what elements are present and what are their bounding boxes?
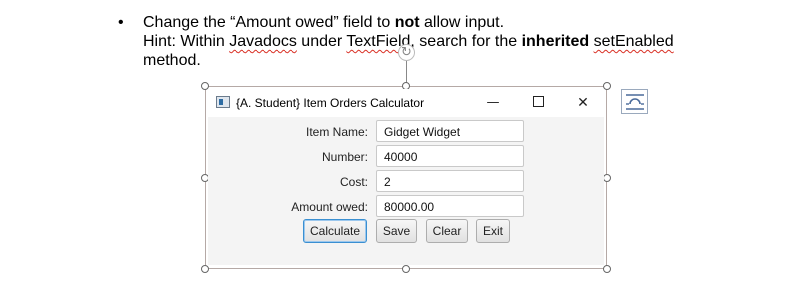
number-label: Number: (321, 150, 368, 164)
minimize-button[interactable]: — (478, 93, 508, 113)
resize-handle-bottom-left[interactable] (201, 265, 209, 273)
cost-label: Cost: (339, 175, 368, 189)
title-bar: {A. Student} Item Orders Calculator — ✕ (208, 89, 604, 117)
amount-owed-field[interactable]: 80000.00 (376, 195, 524, 217)
instruction-line-2: Hint: Within Javadocs under TextField, s… (143, 32, 743, 51)
setenabled-word: setEnabled (593, 33, 674, 50)
java-app-icon (216, 96, 230, 108)
line2-part3: , search for the (410, 33, 522, 50)
exit-button[interactable]: Exit (476, 219, 510, 243)
bullet-dot: • (118, 14, 124, 31)
item-name-label: Item Name: (305, 125, 368, 139)
line2-part1: Hint: Within (143, 33, 230, 50)
window-title: {A. Student} Item Orders Calculator (236, 96, 425, 110)
layout-options-icon[interactable] (621, 89, 648, 114)
cost-field[interactable]: 2 (376, 170, 524, 192)
rotate-icon[interactable]: ↻ (398, 44, 415, 61)
line2-part2: under (296, 33, 347, 50)
resize-handle-bottom[interactable] (402, 265, 410, 273)
instruction-text: Change the “Amount owed” field to not al… (143, 13, 743, 70)
maximize-button[interactable] (523, 93, 553, 113)
instruction-line-1: Change the “Amount owed” field to not al… (143, 13, 743, 32)
calculate-button[interactable]: Calculate (303, 219, 367, 243)
resize-handle-right[interactable] (603, 174, 611, 182)
resize-handle-top-right[interactable] (603, 82, 611, 90)
number-field[interactable]: 40000 (376, 145, 524, 167)
amount-owed-label: Amount owed: (291, 200, 368, 214)
close-button[interactable]: ✕ (568, 93, 598, 113)
javadocs-word: Javadocs (229, 33, 297, 50)
line1-bold: not (394, 14, 420, 31)
save-button[interactable]: Save (376, 219, 417, 243)
instruction-line-3: method. (143, 52, 201, 69)
maximize-icon (532, 96, 544, 107)
line1-prefix: Change the “Amount owed” field to (143, 14, 395, 31)
clear-button[interactable]: Clear (426, 219, 468, 243)
item-name-field[interactable]: Gidget Widget (376, 120, 524, 142)
app-window: {A. Student} Item Orders Calculator — ✕ … (208, 89, 604, 265)
line1-suffix: allow input. (419, 14, 505, 31)
line2-bold: inherited (521, 33, 590, 50)
resize-handle-bottom-right[interactable] (603, 265, 611, 273)
